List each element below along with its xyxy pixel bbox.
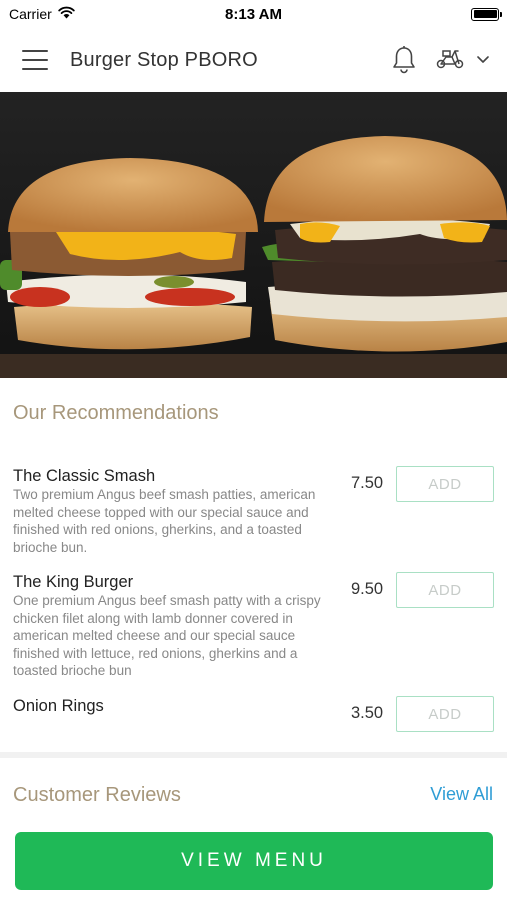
menu-icon[interactable] <box>22 50 48 70</box>
item-description: One premium Angus beef smash patty with … <box>13 593 321 678</box>
list-item: The Classic Smash Two premium Angus beef… <box>0 466 507 572</box>
view-all-link[interactable]: View All <box>430 784 493 805</box>
list-item: Onion Rings 3.50 ADD <box>0 696 507 736</box>
section-divider <box>0 752 507 758</box>
reviews-title: Customer Reviews <box>13 784 181 806</box>
status-time: 8:13 AM <box>225 5 282 23</box>
carrier-label: Carrier <box>9 6 52 22</box>
recommendations-title: Our Recommendations <box>13 402 219 424</box>
hero-image <box>0 92 507 378</box>
add-button[interactable]: ADD <box>396 466 494 502</box>
item-price: 3.50 <box>351 704 384 722</box>
add-button[interactable]: ADD <box>396 572 494 608</box>
item-price: 7.50 <box>351 474 384 492</box>
scooter-icon <box>435 46 465 75</box>
page-title: Burger Stop PBORO <box>70 48 258 71</box>
status-bar: Carrier 8:13 AM <box>0 0 507 28</box>
header-actions <box>391 45 489 75</box>
add-button[interactable]: ADD <box>396 696 494 732</box>
list-item: The King Burger One premium Angus beef s… <box>0 572 507 696</box>
app-header: Burger Stop PBORO <box>0 28 507 92</box>
item-price: 9.50 <box>351 580 384 598</box>
chevron-down-icon <box>477 51 489 69</box>
bell-icon[interactable] <box>391 45 417 75</box>
item-description: Two premium Angus beef smash patties, am… <box>13 487 316 555</box>
recommendations-list: The Classic Smash Two premium Angus beef… <box>0 466 507 736</box>
wifi-icon <box>58 6 75 22</box>
view-menu-button[interactable]: VIEW MENU <box>15 832 493 890</box>
status-left: Carrier <box>9 6 75 22</box>
delivery-mode-selector[interactable] <box>435 46 489 75</box>
battery-icon <box>471 7 502 21</box>
